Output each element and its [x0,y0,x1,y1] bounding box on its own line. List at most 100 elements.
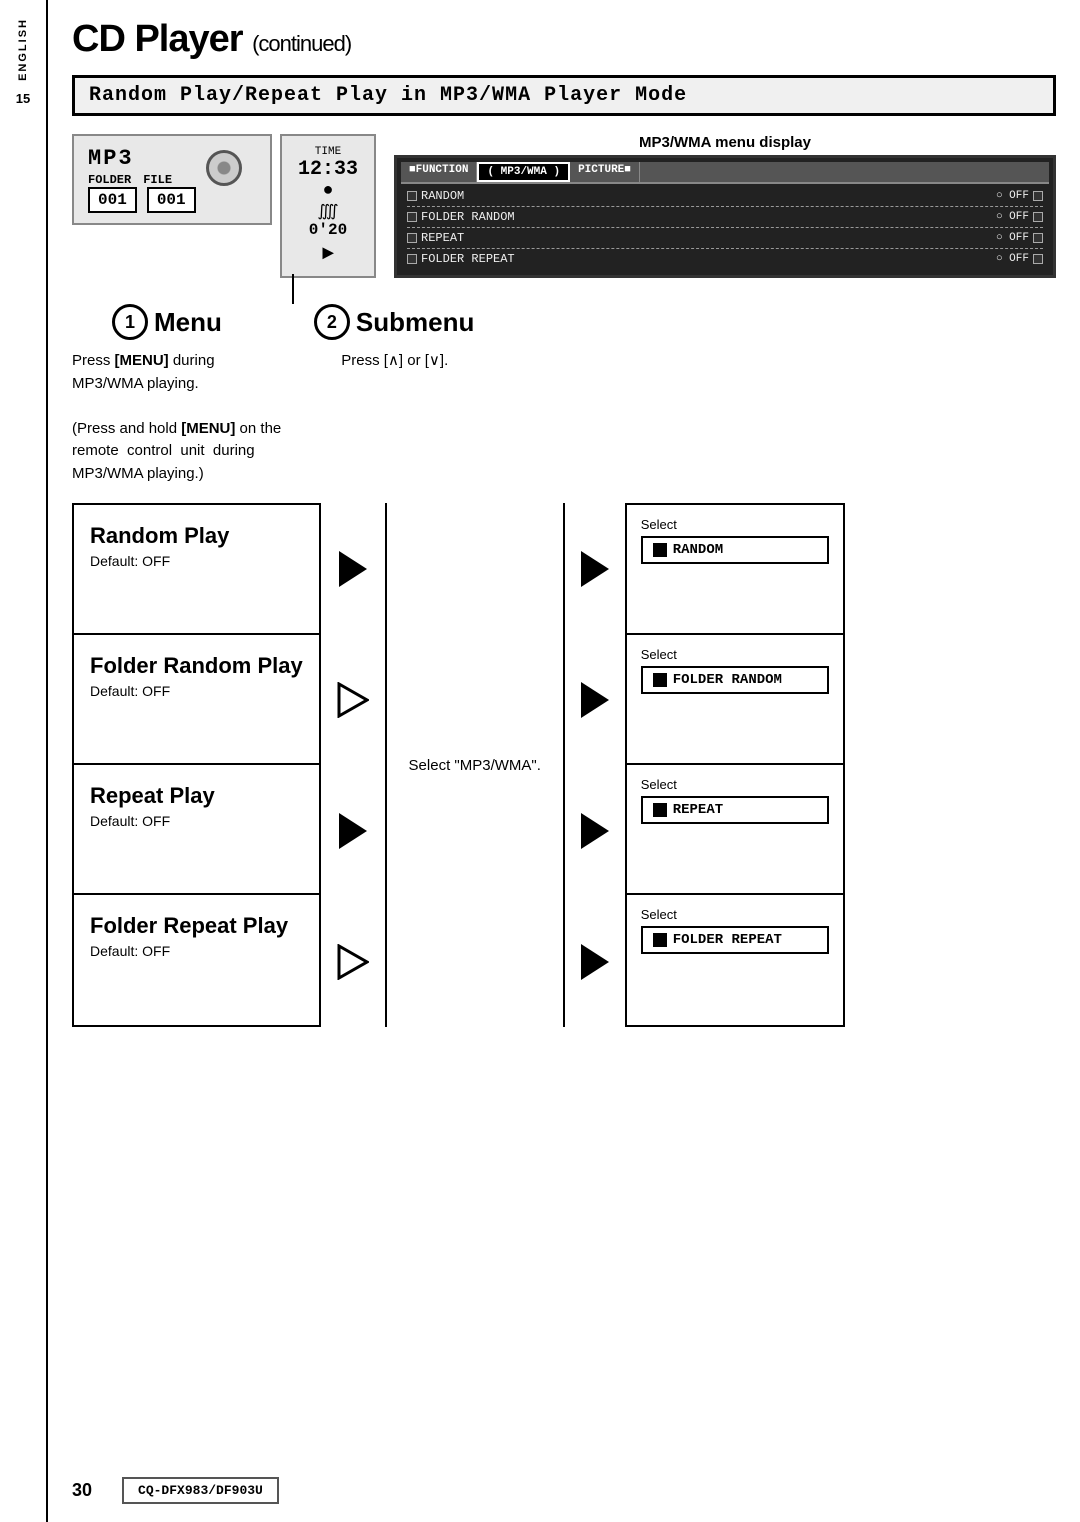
arrow-repeat [339,766,367,896]
left-box-repeat: Repeat Play Default: OFF [74,765,319,895]
sel-label-repeat: Select [641,777,829,792]
filled-triangle-random [339,551,367,587]
mp3-label: MP3 [88,146,196,171]
model-box: CQ-DFX983/DF903U [122,1477,279,1504]
row-random-val: ○ OFF [996,190,1029,202]
arrow-right-repeat [581,766,609,896]
tab-mp3wma[interactable]: ( MP3/WMA ) [477,162,570,182]
page-number: 30 [72,1480,92,1501]
filled-tri-r2 [581,682,609,718]
row-folderrandom-label: FOLDER RANDOM [421,210,515,224]
mp3-unit: MP3 FOLDER FILE 001 001 [72,134,272,225]
instr-playing: MP3/WMA playing. [72,375,199,392]
continued-text: (continued) [252,31,351,56]
submenu-label-text: Submenu [356,307,474,338]
tab-picture[interactable]: PICTURE■ [570,162,640,182]
cb-folderrepeat [407,254,417,264]
arrow-random [339,504,367,634]
menu-arrow-section: 1 Menu 2 Submenu [112,274,474,340]
cb-repeat [407,233,417,243]
random-play-default: Default: OFF [90,553,303,569]
menu-label-row: 1 Menu 2 Submenu [112,304,474,340]
instr-hold1: (Press and hold [MENU] on the [72,420,281,437]
arrow-right-icon: ► [322,243,334,266]
sidebar: ENGLISH 15 [0,0,48,1522]
arrow-right-folder-random [581,635,609,765]
display-area: MP3 FOLDER FILE 001 001 TIME 12:33 ● ⨌ [72,134,1056,278]
menu-submenu-section: 1 Menu 2 Submenu [112,294,1056,340]
outline-triangle-folder-repeat [337,944,369,980]
right-box-folder-repeat: Select FOLDER REPEAT [627,895,843,1025]
right-box-folder-random: Select FOLDER RANDOM [627,635,843,765]
left-box-folder-repeat: Folder Repeat Play Default: OFF [74,895,319,1025]
row-repeat-val: ○ OFF [996,232,1029,244]
filled-tri-r4 [581,944,609,980]
sel-label-folderrepeat: Select [641,907,829,922]
right-boxes: Select RANDOM Select FOLDER RANDOM Selec… [625,503,845,1027]
right-box-random: Select RANDOM [627,505,843,635]
flow-diagram: Random Play Default: OFF Folder Random P… [72,503,1056,1027]
repeat-play-title: Repeat Play [90,783,303,809]
main-content: CD Player (continued) Random Play/Repeat… [48,0,1080,1057]
tab-function[interactable]: ■FUNCTION [401,162,477,182]
filled-tri-r3 [581,813,609,849]
instr-hold2: remote control unit during [72,442,255,459]
sel-val-random: RANDOM [673,542,723,558]
sel-btn-repeat[interactable]: REPEAT [641,796,829,824]
arrow-folder-random [337,635,369,765]
folder-repeat-title: Folder Repeat Play [90,913,303,939]
title-text: CD Player [72,18,243,60]
instr-press: Press [MENU] during [72,352,215,369]
sel-label-random: Select [641,517,829,532]
right-box-repeat: Select REPEAT [627,765,843,895]
menu-screen: ■FUNCTION ( MP3/WMA ) PICTURE■ RANDOM ○ … [394,155,1056,278]
time-value: 12:33 [298,158,358,181]
middle-column: Select "MP3/WMA". [385,503,565,1027]
row-random-label: RANDOM [421,189,464,203]
sel-btn-folderrepeat[interactable]: FOLDER REPEAT [641,926,829,954]
instructions: Press [MENU] during MP3/WMA playing. (Pr… [72,350,1056,485]
menu-row-random: RANDOM ○ OFF [407,188,1043,204]
disc-icon [206,150,242,186]
filled-triangle-repeat [339,813,367,849]
instr-submenu: Press [∧] or [∨]. [341,352,448,369]
sel-btn-folderrandom[interactable]: FOLDER RANDOM [641,666,829,694]
sel-square-random [653,543,667,557]
arrow-right-random [581,504,609,634]
sel-square-folderrepeat [653,933,667,947]
folder-repeat-default: Default: OFF [90,943,303,959]
left-box-random: Random Play Default: OFF [74,505,319,635]
time-display: TIME 12:33 ● ⨌ 0'20 ► [280,134,376,278]
menu-rows: RANDOM ○ OFF FOLDER RANDOM ○ OFF REPEAT … [401,184,1049,271]
submenu-circle-label: 2 Submenu [314,304,474,340]
time-label: TIME [315,146,341,158]
row-folderrepeat-val: ○ OFF [996,253,1029,265]
instr-hold3: MP3/WMA playing.) [72,465,204,482]
row-folderrandom-val: ○ OFF [996,211,1029,223]
menu-display-label: MP3/WMA menu display [394,134,1056,151]
folder-random-default: Default: OFF [90,683,303,699]
sidebar-number: 15 [16,91,30,106]
mp3-values: 001 001 [88,187,196,213]
filled-tri-r1 [581,551,609,587]
file-val: 001 [147,187,196,213]
menu-row-folder-repeat: FOLDER REPEAT ○ OFF [407,251,1043,267]
footer: 30 CQ-DFX983/DF903U [48,1477,1080,1504]
left-box-folder-random: Folder Random Play Default: OFF [74,635,319,765]
sel-val-folderrandom: FOLDER RANDOM [673,672,782,688]
sel-label-folderrandom: Select [641,647,829,662]
submenu-circle-icon: 2 [314,304,350,340]
submenu-instructions: Press [∧] or [∨]. [341,350,448,485]
sel-val-folderrepeat: FOLDER REPEAT [673,932,782,948]
middle-text: Select "MP3/WMA". [409,757,541,774]
menu-circle-label: 1 Menu [112,304,222,340]
menu-row-folder-random: FOLDER RANDOM ○ OFF [407,209,1043,225]
mp3-folders: FOLDER FILE [88,173,196,187]
sel-btn-random[interactable]: RANDOM [641,536,829,564]
tab-row: ■FUNCTION ( MP3/WMA ) PICTURE■ [401,162,1049,184]
page-title: CD Player (continued) [72,18,1056,61]
instructions-row: Press [MENU] during MP3/WMA playing. (Pr… [72,350,1056,485]
section-banner: Random Play/Repeat Play in MP3/WMA Playe… [72,75,1056,116]
arrow-right-folder-repeat [581,897,609,1027]
repeat-play-default: Default: OFF [90,813,303,829]
